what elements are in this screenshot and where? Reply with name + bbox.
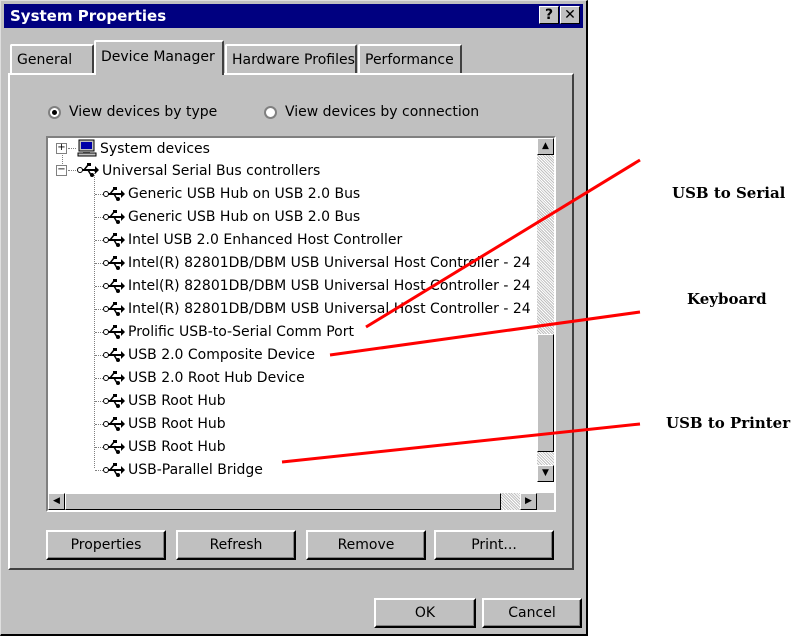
tab-device-manager-label: Device Manager [101,49,215,65]
annotation-usb-to-serial: USB to Serial [672,184,786,202]
tab-device-manager[interactable]: Device Manager [94,40,224,75]
annotation-lines [281,158,641,464]
annotation-line-printer [281,422,641,464]
annotation-usb-to-printer: USB to Printer [666,414,791,432]
annotation-line-serial [365,158,641,329]
annotation-keyboard: Keyboard [687,290,767,308]
annotation-line-keyboard [329,310,641,357]
